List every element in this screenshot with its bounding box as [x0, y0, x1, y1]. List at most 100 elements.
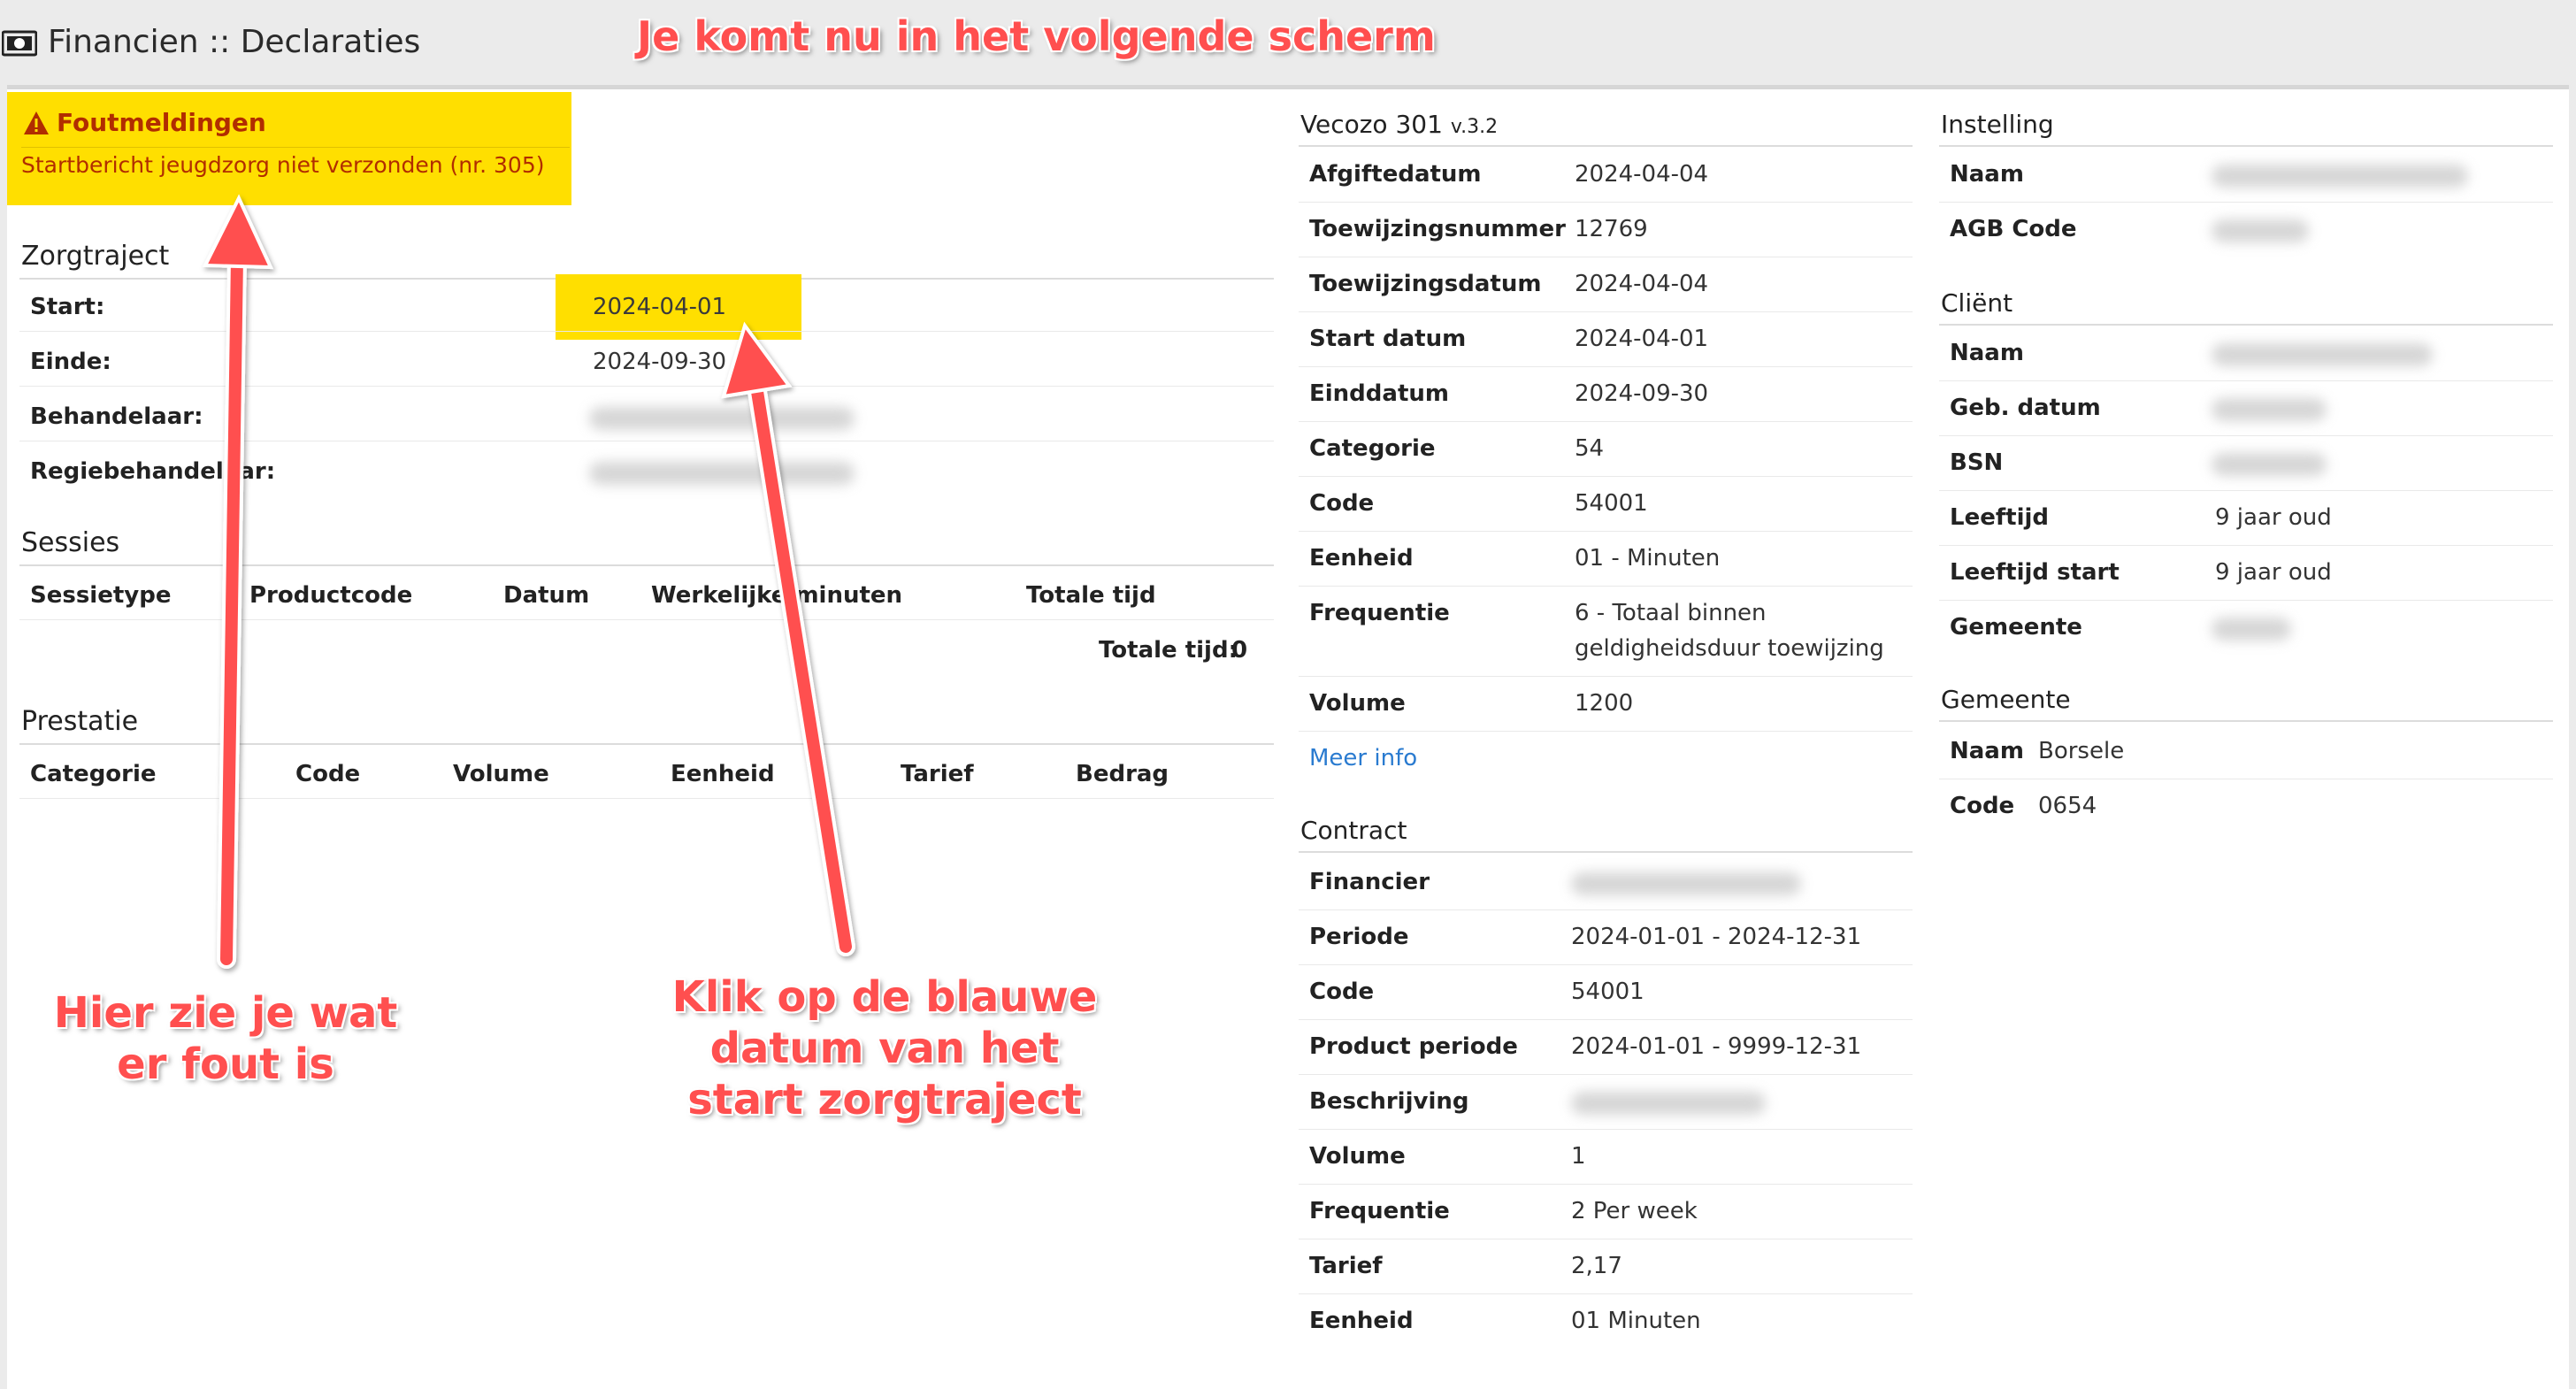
vecozo-label-toewijzingsnummer: Toewijzingsnummer [1309, 216, 1566, 242]
contract-value-volume: 1 [1571, 1143, 1586, 1170]
row-divider [19, 331, 1274, 332]
row-divider [19, 798, 1274, 799]
client-naam-redacted [2212, 343, 2433, 366]
prestatie-col-categorie: Categorie [30, 761, 157, 787]
vecozo-label-toewijzingsdatum: Toewijzingsdatum [1309, 271, 1542, 297]
contract-label-frequentie: Frequentie [1309, 1198, 1450, 1224]
sessies-total-label: Totale tijd: [1099, 637, 1238, 664]
row-divider [1299, 909, 1913, 910]
meer-info-link[interactable]: Meer info [1309, 745, 1417, 771]
row-divider [19, 619, 1274, 620]
row-divider [1299, 964, 1913, 965]
zorgtraject-start-date-link[interactable]: 2024-04-01 [593, 294, 726, 320]
vecozo-label-frequentie: Frequentie [1309, 600, 1450, 626]
prestatie-col-volume: Volume [453, 761, 549, 787]
client-value-leeftijd-start: 9 jaar oud [2215, 559, 2332, 586]
vecozo-value-toewijzingsnummer: 12769 [1575, 216, 1648, 242]
sessies-col-datum: Datum [503, 582, 590, 609]
prestatie-col-code: Code [295, 761, 361, 787]
contract-label-eenheid: Eenheid [1309, 1308, 1414, 1334]
zorgtraject-label-start: Start: [30, 294, 105, 320]
vecozo-label-volume: Volume [1309, 690, 1406, 717]
row-divider [1299, 531, 1913, 532]
zorgtraject-label-behandelaar: Behandelaar: [30, 403, 203, 430]
row-divider [1939, 435, 2553, 436]
contract-label-financier: Financier [1309, 869, 1430, 895]
zorgtraject-label-regiebehandelaar: Regiebehandelaar: [30, 458, 276, 485]
contract-label-volume: Volume [1309, 1143, 1406, 1170]
vecozo-label-eenheid: Eenheid [1309, 545, 1414, 572]
contract-value-eenheid: 01 Minuten [1571, 1308, 1701, 1334]
row-divider [1299, 1074, 1913, 1075]
row-divider [1939, 202, 2553, 203]
client-label-leeftijd: Leeftijd [1950, 504, 2050, 531]
vecozo-value-toewijzingsdatum: 2024-04-04 [1575, 271, 1709, 297]
sessies-col-productcode: Productcode [249, 582, 413, 609]
row-divider [19, 386, 1274, 387]
vecozo-label-code: Code [1309, 490, 1375, 517]
vecozo-title: Vecozo 301 [1300, 110, 1443, 139]
sessies-col-sessietype: Sessietype [30, 582, 172, 609]
instelling-label-naam: Naam [1950, 161, 2024, 188]
row-divider [1939, 490, 2553, 491]
vecozo-value-categorie: 54 [1575, 435, 1605, 462]
gemeente-value-code: 0654 [2038, 793, 2097, 819]
client-label-geb-datum: Geb. datum [1950, 395, 2101, 421]
error-message: Startbericht jeugdzorg niet verzonden (n… [21, 152, 545, 178]
client-label-bsn: BSN [1950, 449, 2004, 476]
row-divider [1939, 600, 2553, 601]
page-title: Financien :: Declaraties [48, 24, 421, 60]
section-title-vecozo: Vecozo 301 v.3.2 [1300, 110, 1498, 139]
vecozo-label-einddatum: Einddatum [1309, 380, 1449, 407]
section-title-instelling: Instelling [1941, 110, 2054, 139]
instelling-naam-redacted [2212, 165, 2468, 188]
prestatie-col-eenheid: Eenheid [671, 761, 775, 787]
row-divider [1299, 476, 1913, 477]
money-icon [2, 30, 37, 57]
row-divider [1939, 545, 2553, 546]
section-title-sessies: Sessies [21, 527, 120, 558]
sessies-total-value: 0 [1231, 637, 1248, 664]
section-divider [1939, 145, 2553, 147]
contract-label-code: Code [1309, 978, 1375, 1005]
section-divider [1299, 145, 1913, 147]
sessies-col-minuten: Werkelijke minuten [651, 582, 903, 609]
client-label-gemeente: Gemeente [1950, 614, 2082, 641]
section-divider [1939, 324, 2553, 326]
section-title-zorgtraject: Zorgtraject [21, 241, 170, 272]
section-divider [19, 743, 1274, 745]
vecozo-label-start-datum: Start datum [1309, 326, 1467, 352]
contract-label-periode: Periode [1309, 924, 1409, 950]
gemeente-label-naam: Naam [1950, 738, 2024, 764]
contract-label-beschrijving: Beschrijving [1309, 1088, 1469, 1115]
section-divider [1939, 720, 2553, 722]
annotation-top: Je komt nu in het volgende scherm [637, 12, 1436, 60]
vecozo-label-categorie: Categorie [1309, 435, 1436, 462]
vecozo-value-frequentie-line2: geldigheidsduur toewijzing [1575, 635, 1884, 662]
row-divider [1299, 731, 1913, 732]
row-divider [1939, 380, 2553, 381]
zorgtraject-label-einde: Einde: [30, 349, 111, 375]
instelling-label-agb: AGB Code [1950, 216, 2077, 242]
client-geb-datum-redacted [2212, 398, 2327, 421]
error-divider [21, 147, 570, 148]
zorgtraject-behandelaar-redacted [589, 407, 855, 430]
error-title: Foutmeldingen [23, 108, 266, 137]
vecozo-value-einddatum: 2024-09-30 [1575, 380, 1709, 407]
row-divider [1299, 311, 1913, 312]
vecozo-version: v.3.2 [1450, 116, 1499, 138]
row-divider [1299, 676, 1913, 677]
warning-icon [24, 111, 49, 134]
section-title-prestatie: Prestatie [21, 706, 139, 737]
contract-financier-redacted [1571, 872, 1801, 895]
zorgtraject-einde-value: 2024-09-30 [593, 349, 727, 375]
prestatie-col-bedrag: Bedrag [1076, 761, 1169, 787]
client-value-leeftijd: 9 jaar oud [2215, 504, 2332, 531]
contract-value-frequentie: 2 Per week [1571, 1198, 1698, 1224]
row-divider [1299, 421, 1913, 422]
error-title-label: Foutmeldingen [57, 108, 266, 137]
contract-label-product-periode: Product periode [1309, 1033, 1518, 1060]
row-divider [1299, 586, 1913, 587]
section-divider [1299, 851, 1913, 853]
client-bsn-redacted [2212, 453, 2327, 476]
